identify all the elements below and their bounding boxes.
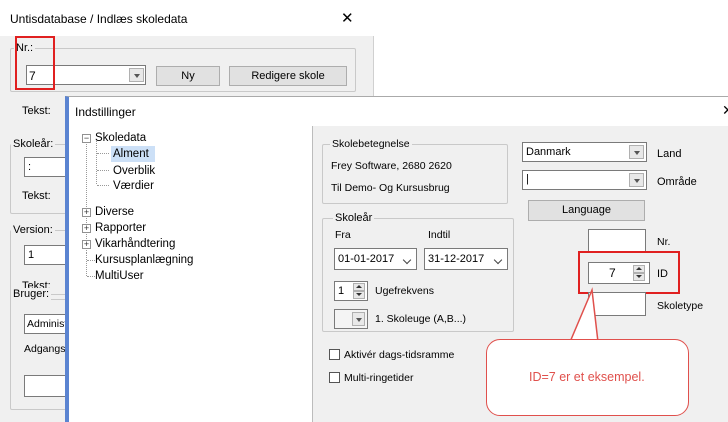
tree-line <box>97 185 109 186</box>
tree-item-rapporter[interactable]: + Rapporter <box>73 220 313 236</box>
tree-line <box>97 170 109 171</box>
school-name-line1: Frey Software, 2680 2620 <box>331 160 452 172</box>
nr-highlight <box>15 36 55 90</box>
tree-item-label: MultiUser <box>95 270 144 282</box>
tree-item-label: Rapporter <box>95 222 147 234</box>
skolebetegnelse-legend: Skolebetegnelse <box>330 138 412 150</box>
front-skoleaar-legend: Skoleår <box>333 212 375 224</box>
land-value: Danmark <box>526 146 571 158</box>
dagstidsramme-checkbox[interactable] <box>329 349 340 360</box>
from-label: Fra <box>335 229 351 241</box>
edit-school-button[interactable]: Redigere skole <box>229 66 347 86</box>
background-titlebar: Untisdatabase / Indlæs skoledata ✕ <box>0 0 374 36</box>
from-date-picker[interactable]: 01-01-2017 <box>334 248 417 270</box>
skoleuge-dropdown[interactable] <box>334 309 368 329</box>
nr-field[interactable] <box>588 229 646 253</box>
to-label: Indtil <box>428 229 451 241</box>
tree-line <box>97 153 109 154</box>
close-icon[interactable]: ✕ <box>722 102 728 119</box>
settings-tree: − Skoledata Alment Overblik Værdier + Di… <box>73 126 313 422</box>
tree-item-overblik[interactable]: Overblik <box>111 163 191 179</box>
background-window-title: Untisdatabase / Indlæs skoledata <box>10 12 188 26</box>
land-label: Land <box>657 148 682 160</box>
chevron-down-icon[interactable] <box>629 173 644 187</box>
bruger-value: Administr <box>27 318 70 330</box>
tree-item-skoledata[interactable]: − Skoledata <box>73 130 313 146</box>
from-date-value: 01-01-2017 <box>338 253 395 265</box>
chevron-down-icon[interactable] <box>352 312 365 326</box>
tree-item-vikarhaandtering[interactable]: + Vikarhåndtering <box>73 236 313 252</box>
to-date-value: 31-12-2017 <box>428 253 485 265</box>
skoleuge-label: 1. Skoleuge (A,B...) <box>375 313 467 325</box>
tree-item-label: Vikarhåndtering <box>95 238 176 250</box>
settings-titlebar: Indstillinger ✕ <box>69 97 728 125</box>
ugefrekvens-stepper[interactable]: 1 <box>334 281 368 301</box>
bruger-legend: Bruger: <box>11 288 52 300</box>
spin-up-icon[interactable] <box>353 283 365 291</box>
tree-item-diverse[interactable]: + Diverse <box>73 204 313 220</box>
ugefrekvens-value: 1 <box>338 285 345 297</box>
skoleaar-value: : <box>28 161 32 173</box>
land-dropdown[interactable]: Danmark <box>522 142 647 162</box>
tree-item-alment[interactable]: Alment <box>111 146 155 162</box>
tree-item-label: Alment <box>113 148 149 160</box>
ugefrekvens-label: Ugefrekvens <box>375 285 434 297</box>
language-button[interactable]: Language <box>528 200 645 221</box>
id-highlight <box>578 251 680 294</box>
skoleaar-group <box>10 144 70 214</box>
ny-button[interactable]: Ny <box>156 66 220 86</box>
settings-window-title: Indstillinger <box>75 105 136 119</box>
skoleaar-legend: Skoleår: <box>11 138 56 150</box>
multiringetider-checkbox[interactable] <box>329 372 340 383</box>
skolebetegnelse-group <box>322 144 508 204</box>
nr-field-label: Nr. <box>657 236 671 248</box>
expand-icon[interactable]: + <box>82 240 91 249</box>
chevron-down-icon[interactable] <box>629 145 644 159</box>
tree-item-label: Værdier <box>113 180 154 192</box>
tree-item-label: Diverse <box>95 206 134 218</box>
expand-icon[interactable]: + <box>82 208 91 217</box>
multiringetider-label: Multi-ringetider <box>344 372 414 384</box>
tree-item-label: Skoledata <box>95 132 147 144</box>
version-value: 1 <box>28 249 35 261</box>
dagstidsramme-label: Aktivér dags-tidsramme <box>344 349 455 361</box>
omraade-dropdown[interactable]: | <box>522 170 647 190</box>
callout-text: ID=7 er et eksempel. <box>529 370 645 384</box>
omraade-label: Område <box>657 176 697 188</box>
tree-item-vaerdier[interactable]: Værdier <box>111 178 191 194</box>
tree-item-kursusplanlaegning[interactable]: Kursusplanlægning <box>73 252 313 268</box>
close-icon[interactable]: ✕ <box>341 9 354 27</box>
collapse-icon[interactable]: − <box>82 134 91 143</box>
skoletype-label: Skoletype <box>657 300 704 312</box>
adgang-label: Adgangsl <box>24 343 68 355</box>
password-field[interactable] <box>24 375 70 397</box>
callout-joint <box>573 340 595 343</box>
bruger-field[interactable]: Administr <box>24 314 70 334</box>
omraade-value: | <box>526 173 529 185</box>
callout-box: ID=7 er et eksempel. <box>486 339 689 416</box>
tree-item-label: Overblik <box>113 165 156 177</box>
to-date-picker[interactable]: 31-12-2017 <box>424 248 508 270</box>
tree-item-label: Kursusplanlægning <box>95 254 194 266</box>
tekst-label-2: Tekst: <box>22 190 51 202</box>
spin-down-icon[interactable] <box>353 291 365 299</box>
chevron-down-icon[interactable] <box>129 68 144 82</box>
version-field[interactable]: 1 <box>24 245 70 265</box>
tree-item-multiuser[interactable]: MultiUser <box>73 268 313 284</box>
school-name-line2: Til Demo- Og Kursusbrug <box>331 182 450 194</box>
version-legend: Version: <box>11 224 55 236</box>
expand-icon[interactable]: + <box>82 224 91 233</box>
skoleaar-field[interactable]: : <box>24 157 70 177</box>
tekst-label-1: Tekst: <box>22 105 51 117</box>
